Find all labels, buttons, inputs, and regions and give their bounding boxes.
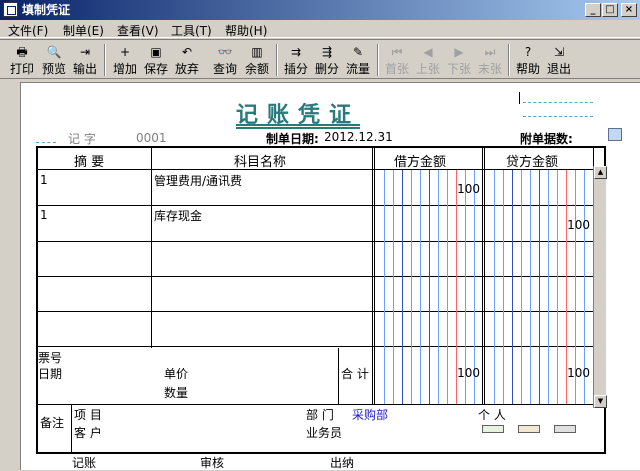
bar-chart-icon: ▥ bbox=[251, 45, 263, 59]
menu-bar: 文件(F) 制单(E) 查看(V) 工具(T) 帮助(H) bbox=[0, 20, 640, 38]
toolbar-separator bbox=[104, 44, 106, 76]
menu-help[interactable]: 帮助(H) bbox=[225, 22, 267, 39]
app-icon bbox=[3, 2, 18, 17]
row-2-credit[interactable]: 100 bbox=[566, 218, 590, 232]
prev-icon: ◀ bbox=[423, 45, 433, 59]
preview-button[interactable]: 🔍 预览 bbox=[40, 42, 68, 78]
undo-icon: ↶ bbox=[181, 45, 193, 59]
export-button[interactable]: ⇥ 输出 bbox=[71, 42, 99, 78]
close-button[interactable]: × bbox=[621, 3, 637, 17]
toolbar-separator bbox=[276, 44, 278, 76]
help-icon: ? bbox=[524, 45, 532, 59]
binoculars-icon: 👓 bbox=[217, 45, 233, 59]
remark-label: 备注 bbox=[40, 416, 65, 430]
dash-line bbox=[36, 142, 56, 143]
row-2-account[interactable]: 库存现金 bbox=[154, 207, 202, 224]
save-icon: ▣ bbox=[150, 45, 162, 59]
bill-date-label: 日期 bbox=[38, 367, 63, 381]
voucher-number[interactable]: 0001 bbox=[136, 131, 167, 145]
menu-view[interactable]: 查看(V) bbox=[117, 22, 159, 39]
minimize-button[interactable]: _ bbox=[585, 3, 601, 17]
export-icon: ⇥ bbox=[79, 45, 91, 59]
cashier-label: 出纳 bbox=[330, 456, 355, 470]
header-account: 科目名称 bbox=[234, 155, 287, 170]
voucher-date-field[interactable]: 2012.12.31 bbox=[324, 130, 393, 144]
bookmark-icon[interactable] bbox=[482, 425, 504, 433]
next-icon: ▶ bbox=[454, 45, 464, 59]
person-label: 个 人 bbox=[478, 408, 506, 422]
menu-tools[interactable]: 工具(T) bbox=[171, 22, 212, 39]
scroll-down-icon[interactable]: ▼ bbox=[594, 395, 607, 408]
header-credit: 贷方金额 bbox=[506, 155, 559, 170]
auditor-label: 审核 bbox=[200, 456, 225, 470]
total-debit: 100 bbox=[457, 366, 480, 380]
bookkeeper-label: 记账 bbox=[72, 456, 97, 470]
help-button[interactable]: ? 帮助 bbox=[514, 42, 542, 78]
maximize-button[interactable]: □ bbox=[602, 3, 618, 17]
toolbar: 🖶 打印 🔍 预览 ⇥ 输出 + 增加 ▣ 保存 ↶ 放弃 👓 查询 ▥ 余额 ⇉ 插分 ⇶ 删分 … bbox=[0, 39, 640, 79]
add-button[interactable]: + 增加 bbox=[111, 42, 139, 78]
first-icon: ⏮ bbox=[391, 45, 403, 59]
window-title: 填制凭证 bbox=[22, 3, 71, 17]
menu-voucher[interactable]: 制单(E) bbox=[63, 22, 104, 39]
print-button[interactable]: 🖶 打印 bbox=[8, 42, 36, 78]
total-label: 合 计 bbox=[341, 367, 369, 381]
total-credit: 100 bbox=[567, 366, 590, 380]
attach-dash-line bbox=[523, 116, 593, 117]
voucher-type-label[interactable]: 记 字 bbox=[68, 130, 96, 147]
department-label: 部 门 bbox=[306, 408, 334, 422]
header-summary: 摘 要 bbox=[74, 155, 105, 170]
note-icon[interactable] bbox=[518, 425, 540, 433]
last-icon: ⏭ bbox=[484, 45, 496, 59]
menu-file[interactable]: 文件(F) bbox=[8, 22, 48, 39]
next-voucher-button[interactable]: ▶ 下张 bbox=[445, 42, 473, 78]
prev-voucher-button[interactable]: ◀ 上张 bbox=[414, 42, 442, 78]
bill-number-label: 票号 bbox=[38, 351, 63, 365]
quantity-label: 数量 bbox=[164, 386, 189, 400]
insert-entry-button[interactable]: ⇉ 插分 bbox=[282, 42, 310, 78]
attachments-label: 附单据数: bbox=[520, 132, 573, 146]
voucher-entry-grid: 摘 要 科目名称 借方金额 贷方金额 1 管理费用/通讯费 100 1 库存现金… bbox=[36, 146, 606, 454]
toolbar-separator bbox=[377, 44, 379, 76]
row-1-debit[interactable]: 100 bbox=[456, 182, 480, 196]
vertical-scrollbar[interactable]: ▲ ▼ bbox=[593, 166, 607, 408]
last-voucher-button[interactable]: ⏭ 末张 bbox=[476, 42, 504, 78]
insert-row-icon: ⇉ bbox=[290, 45, 302, 59]
header-debit: 借方金额 bbox=[394, 155, 447, 170]
add-icon: + bbox=[119, 45, 131, 59]
customer-label: 客 户 bbox=[74, 426, 102, 440]
row-1-account[interactable]: 管理费用/通讯费 bbox=[154, 172, 242, 189]
voucher-title: 记账凭证 bbox=[236, 102, 361, 128]
text-cursor bbox=[519, 92, 520, 104]
row-1-summary[interactable]: 1 bbox=[40, 173, 48, 187]
salesman-label: 业务员 bbox=[306, 426, 343, 440]
magnifier-icon[interactable] bbox=[608, 128, 622, 141]
balance-button[interactable]: ▥ 余额 bbox=[243, 42, 271, 78]
print-icon: 🖶 bbox=[16, 45, 28, 59]
unit-price-label: 单价 bbox=[164, 367, 189, 381]
flow-icon: ✎ bbox=[352, 45, 364, 59]
exit-icon: ⇲ bbox=[553, 45, 565, 59]
edit-icon[interactable] bbox=[554, 425, 576, 433]
row-2-summary[interactable]: 1 bbox=[40, 208, 48, 222]
window-title-bar: 填制凭证 bbox=[0, 0, 640, 20]
query-button[interactable]: 👓 查询 bbox=[211, 42, 239, 78]
attach-dash-line bbox=[523, 102, 593, 103]
delete-entry-button[interactable]: ⇶ 删分 bbox=[313, 42, 341, 78]
department-value[interactable]: 采购部 bbox=[352, 406, 388, 423]
preview-icon: 🔍 bbox=[46, 45, 62, 59]
save-button[interactable]: ▣ 保存 bbox=[142, 42, 170, 78]
exit-button[interactable]: ⇲ 退出 bbox=[545, 42, 573, 78]
discard-button[interactable]: ↶ 放弃 bbox=[173, 42, 201, 78]
project-label: 项 目 bbox=[74, 408, 102, 422]
delete-row-icon: ⇶ bbox=[321, 45, 333, 59]
first-voucher-button[interactable]: ⏮ 首张 bbox=[383, 42, 411, 78]
toolbar-separator bbox=[508, 44, 510, 76]
scroll-up-icon[interactable]: ▲ bbox=[594, 166, 607, 179]
date-label: 制单日期: bbox=[266, 132, 319, 146]
cash-flow-button[interactable]: ✎ 流量 bbox=[344, 42, 372, 78]
